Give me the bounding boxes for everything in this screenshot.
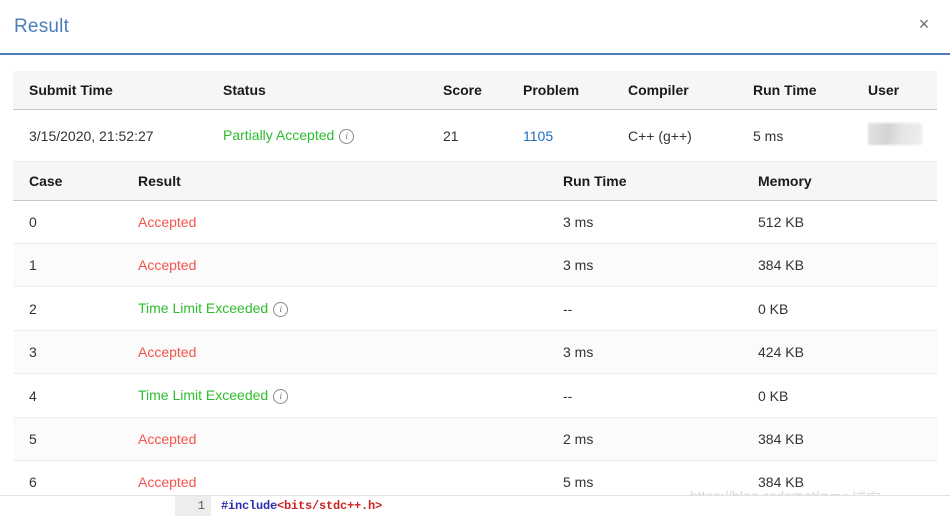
table-row: 3 Accepted 3 ms 424 KB: [13, 330, 937, 374]
cell-result: Accepted: [138, 243, 563, 287]
cell-run-time: --: [563, 286, 758, 331]
cell-result: Time Limit Exceeded i: [138, 373, 563, 418]
code-token-include: #include: [221, 499, 278, 513]
table-row: 5 Accepted 2 ms 384 KB: [13, 417, 937, 461]
cell-run-time: --: [563, 373, 758, 418]
cell-memory: 384 KB: [758, 243, 937, 287]
cell-memory: 512 KB: [758, 200, 937, 244]
cell-problem: 1105: [523, 109, 628, 162]
cell-memory: 0 KB: [758, 373, 937, 418]
page-title: Result: [14, 16, 70, 37]
cell-memory: 0 KB: [758, 286, 937, 331]
status-badge: Time Limit Exceeded: [138, 300, 269, 316]
cell-result: Accepted: [138, 200, 563, 244]
status-badge: Accepted: [138, 257, 197, 273]
table-header-row: Case Result Run Time Memory: [13, 162, 937, 201]
column-header-run-time: Run Time: [563, 162, 758, 201]
table-row: 0 Accepted 3 ms 512 KB: [13, 200, 937, 244]
submission-table: Submit Time Status Score Problem Compile…: [13, 71, 937, 162]
dialog-header: Result ×: [0, 0, 950, 55]
status-badge: Partially Accepted: [223, 127, 335, 143]
close-icon[interactable]: ×: [911, 11, 937, 37]
column-header-memory: Memory: [758, 162, 937, 201]
code-token-header: <bits/stdc++.h>: [277, 499, 383, 513]
table-header-row: Submit Time Status Score Problem Compile…: [13, 71, 937, 110]
status-badge: Accepted: [138, 431, 197, 447]
info-icon[interactable]: i: [273, 302, 289, 317]
cell-run-time: 3 ms: [563, 200, 758, 244]
column-header-status: Status: [223, 71, 443, 110]
cell-case: 3: [13, 330, 138, 374]
cell-case: 5: [13, 417, 138, 461]
case-table-body: 0 Accepted 3 ms 512 KB 1 Accepted 3 ms 384 KB 2 T…: [13, 200, 937, 504]
cell-case: 0: [13, 200, 138, 244]
table-row: 4 Time Limit Exceeded i -- 0 KB: [13, 373, 937, 418]
cell-run-time: 3 ms: [563, 243, 758, 287]
cell-submit-time: 3/15/2020, 21:52:27: [13, 109, 223, 162]
column-header-problem: Problem: [523, 71, 628, 110]
submission-table-header: Submit Time Status Score Problem Compile…: [13, 71, 937, 110]
cell-score: 21: [443, 109, 523, 162]
table-row: 3/15/2020, 21:52:27 Partially Accepted i …: [13, 109, 937, 162]
cell-memory: 384 KB: [758, 417, 937, 461]
avatar: [868, 123, 922, 145]
info-icon[interactable]: i: [273, 389, 289, 404]
cell-case: 4: [13, 373, 138, 418]
column-header-compiler: Compiler: [628, 71, 753, 110]
cell-case: 2: [13, 286, 138, 331]
cell-result: Accepted: [138, 417, 563, 461]
case-table: Case Result Run Time Memory 0 Accepted 3 m…: [13, 162, 937, 504]
cell-user: [868, 109, 937, 162]
submission-table-body: 3/15/2020, 21:52:27 Partially Accepted i …: [13, 109, 937, 162]
problem-link[interactable]: 1105: [523, 128, 553, 144]
status-badge: Accepted: [138, 344, 197, 360]
table-row: 1 Accepted 3 ms 384 KB: [13, 243, 937, 287]
cell-result: Accepted: [138, 330, 563, 374]
column-header-score: Score: [443, 71, 523, 110]
cell-run-time: 5 ms: [753, 109, 868, 162]
code-line-content[interactable]: #include<bits/stdc++.h>: [211, 496, 382, 516]
status-badge: Accepted: [138, 214, 197, 230]
cell-run-time: 2 ms: [563, 417, 758, 461]
code-gutter-spacer: [0, 496, 175, 516]
code-line-number: 1: [175, 496, 211, 516]
code-editor-strip: 1 #include<bits/stdc++.h>: [0, 495, 950, 516]
cell-memory: 424 KB: [758, 330, 937, 374]
column-header-case: Case: [13, 162, 138, 201]
cell-result: Time Limit Exceeded i: [138, 286, 563, 331]
table-row: 2 Time Limit Exceeded i -- 0 KB: [13, 286, 937, 331]
cell-status: Partially Accepted i: [223, 109, 443, 162]
column-header-user: User: [868, 71, 937, 110]
case-table-header: Case Result Run Time Memory: [13, 162, 937, 201]
status-badge: Accepted: [138, 474, 197, 490]
status-badge: Time Limit Exceeded: [138, 387, 269, 403]
cell-compiler: C++ (g++): [628, 109, 753, 162]
column-header-submit-time: Submit Time: [13, 71, 223, 110]
column-header-run-time: Run Time: [753, 71, 868, 110]
cell-run-time: 3 ms: [563, 330, 758, 374]
column-header-result: Result: [138, 162, 563, 201]
info-icon[interactable]: i: [339, 129, 355, 144]
dialog-body: Submit Time Status Score Problem Compile…: [0, 55, 950, 504]
cell-case: 1: [13, 243, 138, 287]
